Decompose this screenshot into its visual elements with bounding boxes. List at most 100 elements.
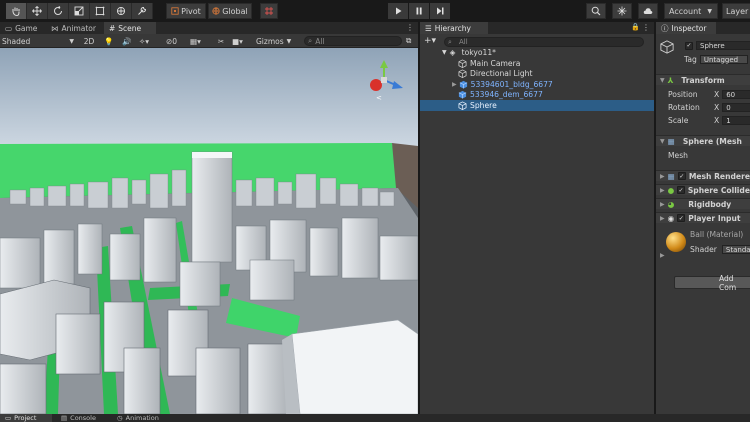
sphere-collider-header[interactable]: ▶ ● ✓ Sphere Collide [656,184,750,195]
grid-snap-button[interactable] [260,3,278,19]
mesh-filter-header[interactable]: ▼ ▦ Sphere (Mesh [656,135,750,146]
scale-tool-button[interactable] [69,3,90,19]
pause-button[interactable] [409,3,429,19]
position-label: Position [668,90,698,99]
hierarchy-search-input[interactable]: ⌕ All [444,37,644,47]
lighting-toggle[interactable]: 💡 [104,36,113,46]
folder-icon: ▭ [5,414,12,422]
tab-animator[interactable]: ⋈ Animator [46,22,102,34]
scale-x-input[interactable]: 1 [722,116,750,125]
component-title: Player Input [688,213,741,223]
custom-tool-button[interactable] [132,3,153,19]
more-options-icon[interactable]: ⋮ [406,23,414,32]
tab-console[interactable]: ▤ Console [56,414,108,422]
play-button[interactable] [388,3,408,19]
transform-header[interactable]: ▼ ⅄ Transform [656,74,750,85]
lock-icon[interactable]: 🔒 [631,23,640,31]
hierarchy-item-sphere[interactable]: Sphere [420,100,654,111]
draw-mode-dropdown[interactable]: Shaded ▼ [2,36,76,46]
shader-label: Shader [690,245,717,254]
main-toolbar: Pivot Global Account ▼ Layer [0,0,750,22]
rigidbody-header[interactable]: ▶ ◕ Rigidbody [656,198,750,209]
material-name-row[interactable]: Ball (Material) [690,230,750,239]
mesh-filter-grid-icon: ▦ [667,136,675,146]
lightbulb-icon: 💡 [104,36,114,46]
gizmos-dropdown[interactable]: Gizmos ▼ [256,36,300,46]
search-icon: ⌕ [308,36,313,45]
rotate-tool-button[interactable] [48,3,69,19]
layers-dropdown[interactable]: Layer [722,3,750,19]
object-name-field[interactable]: Sphere [696,41,750,50]
hand-tool-button[interactable] [6,3,27,19]
player-input-header[interactable]: ▶ ◉ ✓ Player Input [656,212,750,223]
shader-value: Standa [725,245,750,254]
active-checkbox[interactable]: ✓ [685,41,693,50]
move-tool-button[interactable] [27,3,48,19]
tools-button[interactable]: ✂ [218,36,224,46]
mesh-renderer-header[interactable]: ▶ ▦ ✓ Mesh Rendere [656,170,750,181]
pivot-toggle[interactable]: Pivot [166,3,206,19]
hierarchy-item-bldg[interactable]: ▶ 53394601_bldg_6677 [420,79,654,90]
rotation-x-input[interactable]: 0 [722,103,750,112]
hierarchy-item-label: Sphere [470,100,497,110]
scale-icon [74,6,84,16]
grid-dropdown[interactable]: ▦▾ [190,36,201,46]
hidden-objects-toggle[interactable]: ⊘0 [166,36,177,46]
rect-transform-icon [95,6,105,16]
rect-tool-button[interactable] [90,3,111,19]
scene-root-row[interactable]: ▼ ◈ tokyo11* [420,47,654,58]
chevron-right-icon[interactable]: ▶ [660,252,665,259]
hierarchy-item-directional-light[interactable]: Directional Light [420,69,654,80]
scale-x-value: 1 [726,116,731,125]
scene-name-label: tokyo11* [461,47,496,57]
sphere-collider-checkbox[interactable]: ✓ [677,186,685,194]
hierarchy-item-dem[interactable]: 533946_dem_6677 [420,90,654,101]
material-preview-sphere [666,232,686,252]
hierarchy-item-label: 53394601_bldg_6677 [470,79,553,89]
add-component-button[interactable]: Add Com [674,274,750,292]
rotation-label: Rotation [668,103,700,112]
mesh-row: Mesh [668,151,750,160]
tab-animator-label: Animator [61,23,96,33]
mesh-renderer-checkbox[interactable]: ✓ [677,172,686,180]
mode-2d-toggle[interactable]: 2D [82,36,96,46]
collab-button[interactable] [612,3,632,19]
global-toggle[interactable]: Global [208,3,252,19]
add-object-button[interactable]: +▾ [424,36,436,46]
camera-dropdown[interactable]: ■▾ [232,36,243,46]
more-options-icon[interactable]: ⋮ [642,23,650,32]
component-title: Sphere Collide [687,185,750,195]
unity-scene-icon: ◈ [449,47,456,57]
tag-dropdown[interactable]: Untagged [699,55,748,64]
layers-icon: ⧉ [406,36,412,45]
effects-dropdown[interactable]: ✧▾ [139,36,149,46]
mode-2d-label: 2D [83,36,95,46]
scene-tab-bar: ▭ Game ⋈ Animator # Scene ⋮ [0,22,418,34]
tab-game[interactable]: ▭ Game [0,22,44,34]
scale-row: Scale X 1 [668,116,750,125]
cloud-button[interactable] [638,3,658,19]
tab-animation[interactable]: ◷ Animation [112,414,176,422]
transform-tool-button[interactable] [111,3,132,19]
shader-dropdown[interactable]: Standa [721,245,750,254]
tab-inspector[interactable]: ⓘ Inspector [656,22,716,34]
tab-project[interactable]: ▭ Project [0,414,52,422]
chevron-down-icon: ▼ [69,37,74,45]
transform-combo-icon [116,6,126,16]
scene-search-input[interactable]: ⌕ All [304,36,402,46]
hierarchy-item-main-camera[interactable]: Main Camera [420,58,654,69]
player-input-checkbox[interactable]: ✓ [677,214,686,222]
tab-scene[interactable]: # Scene [104,22,156,34]
step-button[interactable] [430,3,450,19]
position-x-input[interactable]: 60 [722,90,750,99]
audio-toggle[interactable]: 🔊 [122,36,131,46]
search-toolbar-button[interactable] [586,3,606,19]
scene-viewport[interactable]: < [0,48,418,414]
svg-text:<: < [376,94,382,102]
account-dropdown[interactable]: Account ▼ [664,3,718,19]
transform-title: Transform [681,75,725,85]
tab-scene-label: Scene [118,23,142,33]
layers-view-button[interactable]: ⧉ [406,36,411,46]
tab-hierarchy[interactable]: ☰ Hierarchy [420,22,488,34]
gameobject-cube-icon [458,69,467,79]
